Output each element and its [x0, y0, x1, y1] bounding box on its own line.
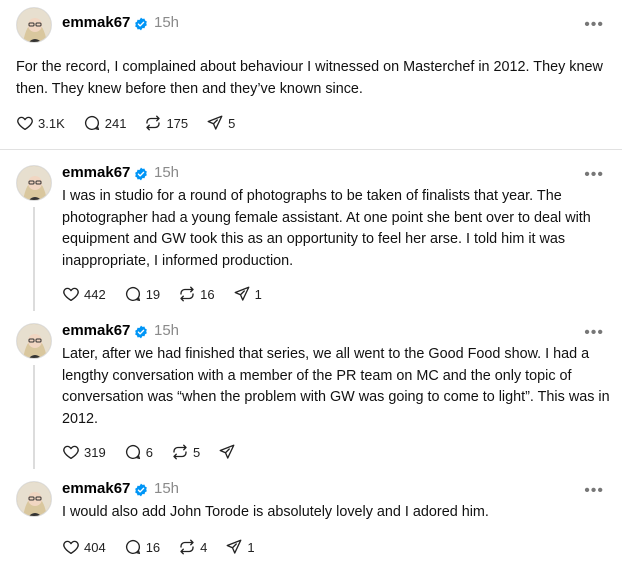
comment-icon: [125, 539, 140, 555]
username[interactable]: emmak67: [62, 322, 130, 339]
username[interactable]: emmak67: [62, 480, 130, 497]
reply-button[interactable]: 19: [124, 285, 160, 303]
username[interactable]: emmak67: [62, 164, 130, 181]
avatar[interactable]: [16, 481, 52, 517]
repost-icon: [173, 444, 187, 460]
repost-icon: [180, 286, 194, 302]
timestamp[interactable]: 15h: [154, 480, 179, 497]
send-icon: [234, 286, 250, 301]
post-text: Later, after we had finished that series…: [62, 346, 610, 427]
verified-badge-icon: [135, 17, 147, 31]
divider: [0, 149, 622, 150]
send-icon: [226, 539, 242, 554]
thread-line: [33, 207, 35, 311]
repost-count: 4: [200, 539, 208, 555]
share-count: 5: [228, 115, 236, 131]
heart-icon: [63, 540, 79, 555]
more-options-icon[interactable]: •••: [584, 17, 604, 33]
like-button[interactable]: 319: [62, 443, 106, 461]
share-count: 1: [254, 286, 262, 302]
timestamp[interactable]: 15h: [154, 164, 179, 181]
repost-count: 175: [166, 115, 189, 131]
post-text: For the record, I complained about behav…: [16, 59, 603, 97]
post-actions: 319 6 5: [62, 443, 258, 461]
like-count: 404: [84, 539, 106, 555]
repost-count: 5: [192, 444, 201, 460]
more-options-icon[interactable]: •••: [584, 483, 604, 499]
like-count: 319: [84, 444, 106, 460]
username[interactable]: emmak67: [62, 14, 130, 31]
reply-button[interactable]: 6: [124, 443, 153, 461]
like-button[interactable]: 442: [62, 285, 106, 303]
share-count: 1: [247, 539, 255, 555]
verified-badge-icon: [135, 325, 147, 339]
verified-badge-icon: [135, 483, 147, 497]
timestamp[interactable]: 15h: [154, 14, 179, 31]
avatar[interactable]: [16, 7, 52, 43]
repost-count: 16: [200, 286, 215, 302]
post-actions: 3.1K 241 175 5: [16, 114, 253, 132]
repost-button[interactable]: 5: [171, 443, 200, 461]
share-button[interactable]: 1: [225, 538, 255, 556]
comment-icon: [125, 286, 140, 302]
post-text: I would also add John Torode is absolute…: [62, 504, 489, 520]
timestamp[interactable]: 15h: [154, 322, 179, 339]
repost-button[interactable]: 16: [178, 285, 215, 303]
comment-icon: [84, 115, 99, 131]
repost-button[interactable]: 4: [178, 538, 207, 556]
more-options-icon[interactable]: •••: [584, 325, 604, 341]
verified-badge-icon: [135, 167, 147, 181]
like-button[interactable]: 3.1K: [16, 114, 65, 132]
heart-icon: [17, 116, 33, 131]
reply-count: 241: [104, 115, 127, 131]
heart-icon: [63, 287, 79, 302]
comment-icon: [125, 444, 140, 460]
share-button[interactable]: 1: [233, 285, 262, 303]
more-options-icon[interactable]: •••: [584, 167, 604, 183]
heart-icon: [63, 445, 79, 460]
reply-button[interactable]: 16: [124, 538, 160, 556]
post-text: I was in studio for a round of photograp…: [62, 188, 591, 269]
like-button[interactable]: 404: [62, 538, 106, 556]
repost-button[interactable]: 175: [144, 114, 188, 132]
reply-count: 19: [145, 286, 161, 302]
repost-icon: [180, 539, 194, 555]
like-count: 3.1K: [38, 115, 65, 131]
send-icon: [219, 444, 235, 459]
share-button[interactable]: 5: [206, 114, 235, 132]
post-actions: 442 19 16 1: [62, 285, 280, 303]
post-actions: 404 16 4 1: [62, 538, 273, 556]
reply-button[interactable]: 241: [83, 114, 127, 132]
reply-count: 6: [145, 444, 153, 460]
avatar[interactable]: [16, 323, 52, 359]
reply-count: 16: [145, 539, 161, 555]
thread-line: [33, 365, 35, 469]
send-icon: [207, 115, 223, 130]
share-button[interactable]: [218, 443, 240, 461]
like-count: 442: [84, 286, 106, 302]
repost-icon: [146, 115, 161, 131]
avatar[interactable]: [16, 165, 52, 201]
